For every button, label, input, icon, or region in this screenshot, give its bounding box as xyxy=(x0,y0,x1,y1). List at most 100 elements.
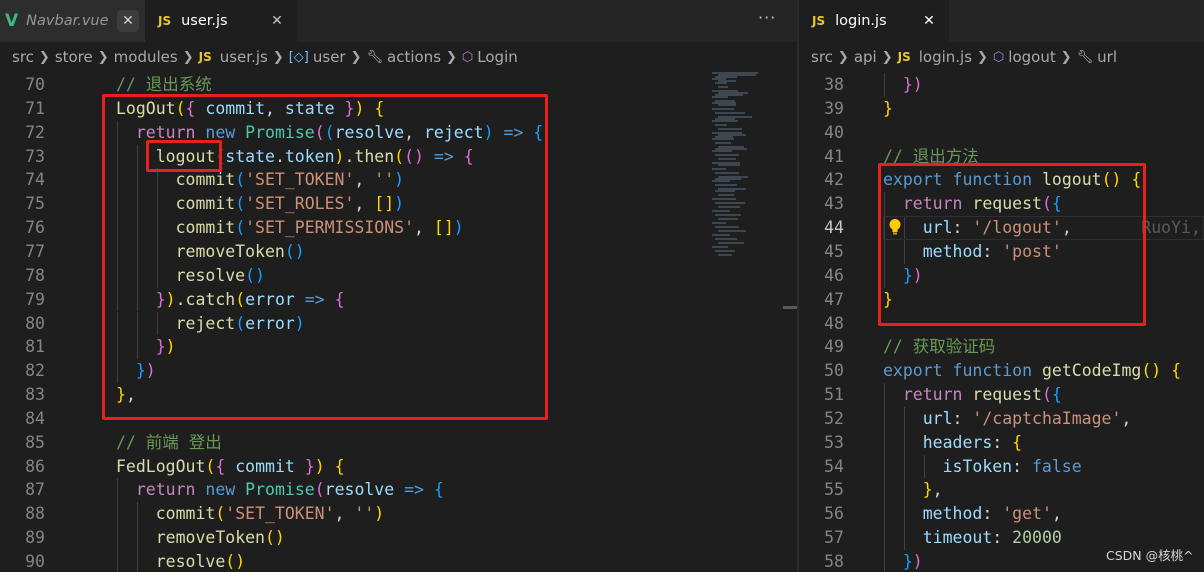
code-line[interactable]: 75 commit('SET_ROLES', []) xyxy=(0,192,797,216)
line-number: 49 xyxy=(824,337,844,357)
code-line[interactable]: 55}, xyxy=(799,478,1204,502)
breadcrumb-item[interactable]: Login xyxy=(477,48,517,66)
breadcrumb-item[interactable]: modules xyxy=(114,48,178,66)
code-line[interactable]: 77 removeToken() xyxy=(0,240,797,264)
breadcrumb-item[interactable]: src xyxy=(811,48,833,66)
indent-guide xyxy=(136,216,138,240)
code-line[interactable]: 83}, xyxy=(0,383,797,407)
minimap[interactable] xyxy=(712,72,782,272)
code-token: . xyxy=(344,146,355,166)
code-line[interactable]: 74 commit('SET_TOKEN', '') xyxy=(0,168,797,192)
close-icon[interactable]: ✕ xyxy=(918,10,940,32)
code-line[interactable]: 49 // 获取验证码 xyxy=(799,335,1204,359)
close-icon[interactable]: ✕ xyxy=(117,10,139,32)
code-line[interactable]: 45 method: 'post' xyxy=(799,240,1204,264)
code-line[interactable]: 71 LogOut({ commit, state }) { xyxy=(0,97,797,121)
indent-guide xyxy=(156,239,158,264)
code-line[interactable]: 81}) xyxy=(0,335,797,359)
indent-guide xyxy=(156,168,158,193)
line-number: 39 xyxy=(824,98,844,118)
code-line[interactable]: 46}) xyxy=(799,264,1204,288)
code-line[interactable]: 87 return new Promise(resolve => { xyxy=(0,478,797,502)
code-line[interactable]: 41 // 退出方法 xyxy=(799,145,1204,169)
breadcrumb-item[interactable]: api xyxy=(854,48,877,66)
line-number: 58 xyxy=(824,552,844,571)
line-number: 89 xyxy=(25,528,45,548)
code-token: => xyxy=(433,146,454,166)
breadcrumb-item[interactable]: store xyxy=(55,48,93,66)
code-token: Promise xyxy=(245,480,315,500)
code-line[interactable]: 88 commit('SET_TOKEN', '') xyxy=(0,502,797,526)
line-number: 57 xyxy=(824,528,844,548)
code-token: state xyxy=(225,146,275,166)
tab-user-js[interactable]: JS user.js ✕ xyxy=(145,0,297,42)
code-token: : xyxy=(1012,456,1032,476)
code-text: export function logout() { xyxy=(883,168,1141,192)
code-line[interactable]: 80 reject(error) xyxy=(0,312,797,336)
breadcrumb-item[interactable]: actions xyxy=(387,48,441,66)
indent-guide xyxy=(903,502,905,527)
code-line[interactable]: 48 xyxy=(799,312,1204,336)
code-line[interactable]: 79}).catch(error => { xyxy=(0,288,797,312)
code-line[interactable]: 42 export function logout() { xyxy=(799,168,1204,192)
minimap-line xyxy=(712,150,732,152)
code-line[interactable]: 54 isToken: false xyxy=(799,455,1204,479)
code-line[interactable]: 38}) xyxy=(799,73,1204,97)
code-token: return xyxy=(902,194,963,214)
code-text: }) xyxy=(903,550,923,572)
code-token: ( xyxy=(235,170,246,190)
code-line[interactable]: 89 removeToken() xyxy=(0,526,797,550)
code-line[interactable]: 51 return request({ xyxy=(799,383,1204,407)
code-text: }) xyxy=(156,335,176,359)
code-token: ( xyxy=(175,98,186,118)
close-icon[interactable]: ✕ xyxy=(266,10,288,32)
code-line[interactable]: 76 commit('SET_PERMISSIONS', []) xyxy=(0,216,797,240)
code-token: 'SET_ROLES' xyxy=(245,194,355,214)
code-line[interactable]: 43 return request({ xyxy=(799,192,1204,216)
code-line[interactable]: 50 export function getCodeImg() { xyxy=(799,359,1204,383)
breadcrumb-item[interactable]: login.js xyxy=(919,48,972,66)
indent-guide xyxy=(117,550,118,572)
code-line[interactable]: 86 FedLogOut({ commit }) { xyxy=(0,455,797,479)
code-editor-left[interactable]: 70// 退出系统 71 LogOut({ commit, state }) {72… xyxy=(0,75,797,572)
code-line[interactable]: 73 logout(state.token).then(() => { xyxy=(0,145,797,169)
code-line[interactable]: 53 headers: { xyxy=(799,431,1204,455)
breadcrumb-item[interactable]: logout xyxy=(1008,48,1055,66)
code-line[interactable]: 70 // 退出系统 xyxy=(0,73,797,97)
code-token: Promise xyxy=(245,122,315,142)
code-line[interactable]: 90 resolve() xyxy=(0,550,797,572)
code-token: catch xyxy=(185,289,236,309)
breadcrumb-item[interactable]: url xyxy=(1097,48,1117,66)
code-token: { xyxy=(1131,170,1142,190)
code-line[interactable]: 82}) xyxy=(0,359,797,383)
tab-navbar-vue[interactable]: V Navbar.vue ✕ xyxy=(0,0,145,42)
tab-login-js[interactable]: JS login.js ✕ xyxy=(799,0,949,42)
lightbulb-icon[interactable] xyxy=(888,218,902,236)
line-number: 55 xyxy=(824,480,844,500)
breadcrumb-item[interactable]: user.js xyxy=(220,48,268,66)
indent-guide xyxy=(136,526,138,550)
code-line[interactable]: 40 xyxy=(799,121,1204,145)
code-line[interactable]: 39} xyxy=(799,97,1204,121)
line-number: 84 xyxy=(25,408,45,428)
more-actions-icon[interactable]: ··· xyxy=(758,8,776,27)
code-token: , xyxy=(265,98,285,118)
code-line[interactable]: 52 url: '/captchaImage', xyxy=(799,407,1204,431)
code-token: method xyxy=(922,241,983,261)
line-number: 46 xyxy=(824,265,844,285)
code-line[interactable]: 47} xyxy=(799,288,1204,312)
code-line[interactable]: 72 return new Promise((resolve, reject) =… xyxy=(0,121,797,145)
line-number: 71 xyxy=(25,98,45,118)
minimap-line xyxy=(715,142,731,144)
code-line[interactable]: 85 // 前端 登出 xyxy=(0,431,797,455)
breadcrumb-item[interactable]: user xyxy=(313,48,346,66)
code-editor-right[interactable]: 38}) 39} 40 41// 退出方法 42 export function logo… xyxy=(799,73,1204,572)
line-number: 76 xyxy=(25,218,45,238)
code-line[interactable]: 56 method: 'get', xyxy=(799,502,1204,526)
code-line[interactable]: 84 xyxy=(0,407,797,431)
code-line[interactable]: 78 resolve() xyxy=(0,264,797,288)
breadcrumb-item[interactable]: src xyxy=(12,48,34,66)
